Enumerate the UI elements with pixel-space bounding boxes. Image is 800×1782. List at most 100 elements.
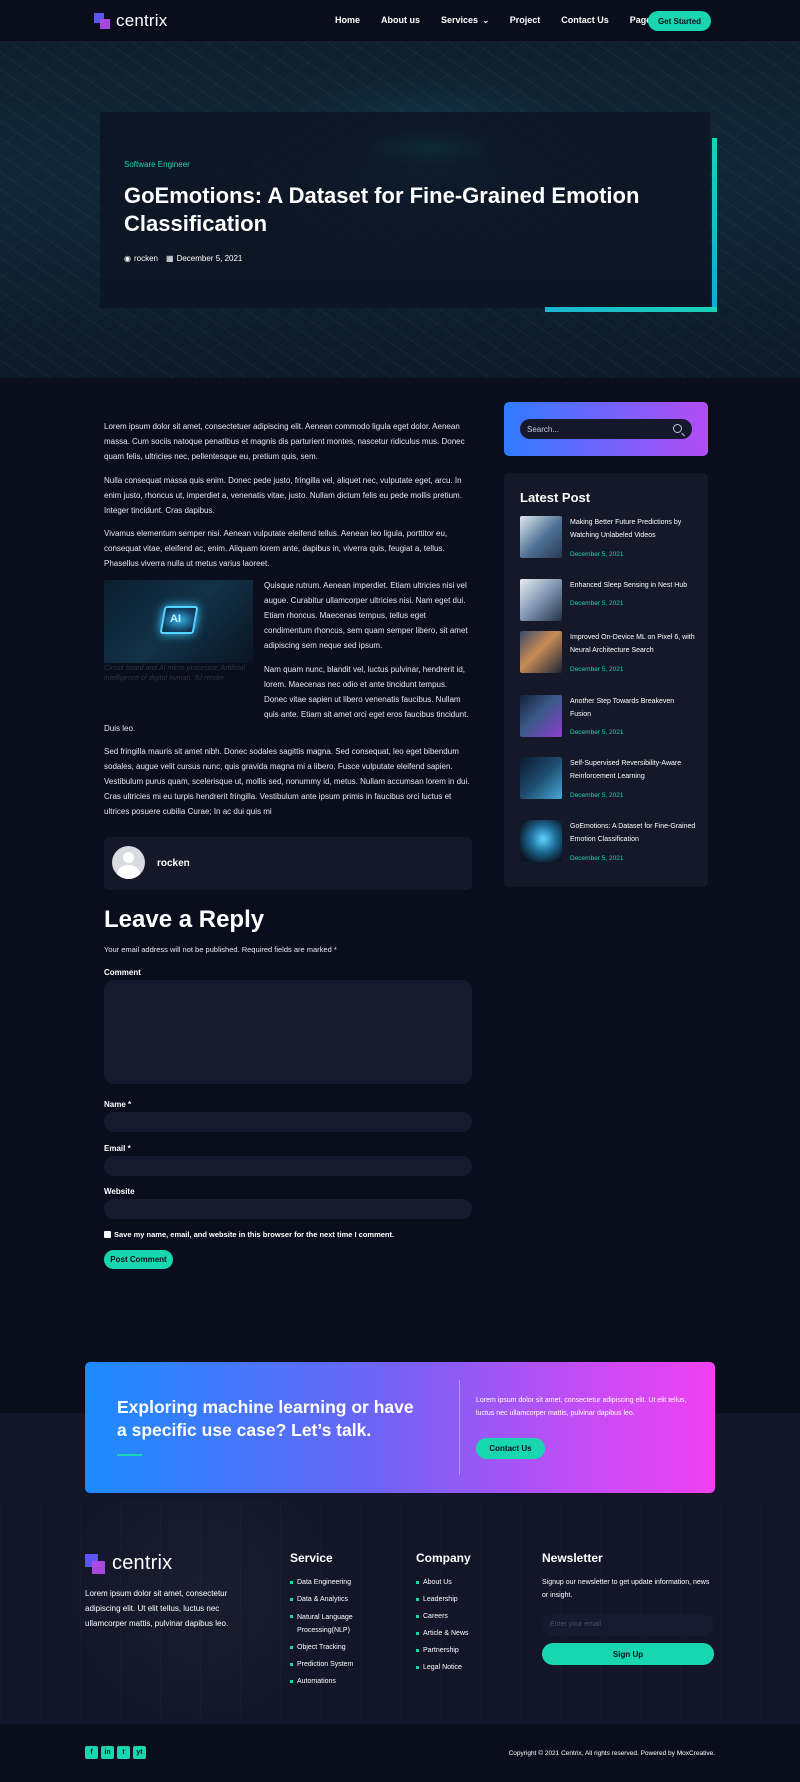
cta-banner: Exploring machine learning or have a spe… [85, 1362, 715, 1493]
post-thumbnail[interactable] [520, 757, 562, 799]
save-info-checkbox[interactable] [104, 1231, 111, 1238]
footer-logo[interactable]: centrix [85, 1552, 172, 1575]
post-title: GoEmotions: A Dataset for Fine-Grained E… [124, 183, 640, 236]
hero-frame-accent [712, 138, 717, 310]
linkedin-icon[interactable]: in [101, 1746, 114, 1759]
website-field[interactable] [104, 1199, 472, 1219]
newsletter-email-input[interactable]: Enter your email [542, 1614, 714, 1636]
company-list: About Us Leadership Careers Article & Ne… [416, 1577, 516, 1674]
service-link[interactable]: Prediction System [290, 1659, 382, 1671]
article-paragraph: Quisque rutrum. Aenean imperdiet. Etiam … [264, 581, 468, 650]
newsletter-text: Signup our newsletter to get update info… [542, 1579, 710, 1599]
post-date-meta: ▦ December 5, 2021 [166, 254, 242, 263]
cta-title: Exploring machine learning or have a spe… [117, 1397, 414, 1440]
latest-post-title[interactable]: Making Better Future Predictions by Watc… [570, 516, 696, 542]
company-link[interactable]: Article & News [416, 1628, 516, 1640]
facebook-icon[interactable]: f [85, 1746, 98, 1759]
chevron-down-icon: ⌄ [482, 15, 489, 25]
company-link[interactable]: Careers [416, 1611, 516, 1623]
nav-contact[interactable]: Contact Us [561, 15, 609, 25]
article-paragraph: Lorem ipsum dolor sit amet, consectetuer… [104, 422, 465, 461]
post-author: rocken [133, 254, 158, 263]
latest-post-title[interactable]: GoEmotions: A Dataset for Fine-Grained E… [570, 820, 696, 846]
service-link[interactable]: Natural Language Processing(NLP) [290, 1611, 382, 1637]
figure-chip-label: AI [170, 613, 181, 625]
service-link[interactable]: Object Tracking [290, 1642, 382, 1654]
latest-post-title[interactable]: Improved On-Device ML on Pixel 6, with N… [570, 631, 696, 657]
service-list: Data Engineering Data & Analytics Natura… [290, 1577, 382, 1688]
latest-post-date: December 5, 2021 [570, 600, 624, 607]
company-link[interactable]: Legal Notice [416, 1662, 516, 1674]
company-column-title: Company [416, 1551, 471, 1565]
email-field[interactable] [104, 1156, 472, 1176]
search-placeholder: Search... [527, 425, 560, 434]
post-thumbnail[interactable] [520, 516, 562, 558]
company-link[interactable]: About Us [416, 1577, 516, 1589]
company-link[interactable]: Leadership [416, 1594, 516, 1606]
article-paragraph: Nam quam nunc, blandit vel, luctus pulvi… [264, 665, 469, 719]
site-logo[interactable]: centrix [94, 11, 168, 30]
reply-title: Leave a Reply [104, 906, 265, 933]
cta-underline [117, 1454, 142, 1456]
post-author-meta[interactable]: ◉ rocken [124, 254, 158, 263]
article-paragraph: Sed fringilla mauris sit amet nibh. Done… [104, 747, 470, 816]
post-thumbnail[interactable] [520, 695, 562, 737]
save-info-row: Save my name, email, and website in this… [104, 1230, 394, 1239]
logo-mark-icon [85, 1553, 105, 1574]
latest-post-date: December 5, 2021 [570, 855, 624, 862]
post-category-tag[interactable]: Software Engineer [124, 160, 190, 169]
search-icon[interactable] [673, 424, 682, 433]
latest-post-title[interactable]: Self-Supervised Reversibility-Aware Rein… [570, 757, 696, 783]
logo-text: centrix [116, 11, 168, 30]
get-started-button[interactable]: Get Started [648, 11, 711, 31]
reply-note: Your email address will not be published… [104, 945, 337, 954]
post-thumbnail[interactable] [520, 631, 562, 673]
article-figure-image: AI [104, 580, 253, 663]
site-header: centrix Home About us Services ⌄ Project … [0, 0, 800, 42]
search-input[interactable]: Search... [520, 419, 692, 439]
nav-home[interactable]: Home [335, 15, 360, 25]
latest-post-title[interactable]: Enhanced Sleep Sensing in Nest Hub [570, 579, 696, 592]
post-thumbnail[interactable] [520, 820, 562, 862]
sign-up-button[interactable]: Sign Up [542, 1643, 714, 1665]
logo-mark-icon [94, 13, 110, 29]
website-label: Website [104, 1187, 135, 1196]
service-link[interactable]: Data & Analytics [290, 1594, 382, 1606]
contact-us-button[interactable]: Contact Us [476, 1438, 545, 1459]
latest-posts-title: Latest Post [520, 490, 591, 505]
service-link[interactable]: Automations [290, 1676, 382, 1688]
nav-about[interactable]: About us [381, 15, 420, 25]
latest-post-date: December 5, 2021 [570, 729, 624, 736]
author-box: rocken [104, 837, 472, 890]
figure-caption: Circuit board and AI micro processor, Ar… [104, 665, 246, 682]
cta-text: Lorem ipsum dolor sit amet, consectetur … [476, 1397, 687, 1417]
nav-services-label: Services [441, 15, 479, 25]
footer-logo-text: centrix [112, 1552, 173, 1574]
main-nav: Home About us Services ⌄ Project Contact … [335, 15, 683, 25]
latest-post-date: December 5, 2021 [570, 551, 624, 558]
comment-field[interactable] [104, 980, 472, 1084]
name-field[interactable] [104, 1112, 472, 1132]
post-comment-button[interactable]: Post Comment [104, 1250, 173, 1269]
post-meta: ◉ rocken ▦ December 5, 2021 [124, 254, 242, 263]
twitter-icon[interactable]: t [117, 1746, 130, 1759]
social-links: f in t yt [85, 1746, 146, 1759]
save-info-label: Save my name, email, and website in this… [114, 1230, 395, 1239]
company-link[interactable]: Partnership [416, 1645, 516, 1657]
article-paragraph: Duis leo. [104, 724, 136, 733]
latest-post-title[interactable]: Another Step Towards Breakeven Fusion [570, 695, 696, 721]
calendar-icon: ▦ [166, 254, 174, 263]
comment-label: Comment [104, 968, 141, 977]
nav-services[interactable]: Services ⌄ [441, 15, 489, 25]
youtube-icon[interactable]: yt [133, 1746, 146, 1759]
author-name[interactable]: rocken [157, 858, 190, 869]
article-paragraph: Vivamus elementum semper nisi. Aenean vu… [104, 529, 448, 568]
latest-posts-widget: Latest Post Making Better Future Predict… [504, 473, 708, 887]
hero-frame-accent [545, 307, 717, 312]
cta-divider [459, 1380, 460, 1475]
newsletter-title: Newsletter [542, 1551, 603, 1565]
footer-about: Lorem ipsum dolor sit amet, consectetur … [85, 1589, 229, 1628]
nav-project[interactable]: Project [510, 15, 541, 25]
service-link[interactable]: Data Engineering [290, 1577, 382, 1589]
post-thumbnail[interactable] [520, 579, 562, 621]
